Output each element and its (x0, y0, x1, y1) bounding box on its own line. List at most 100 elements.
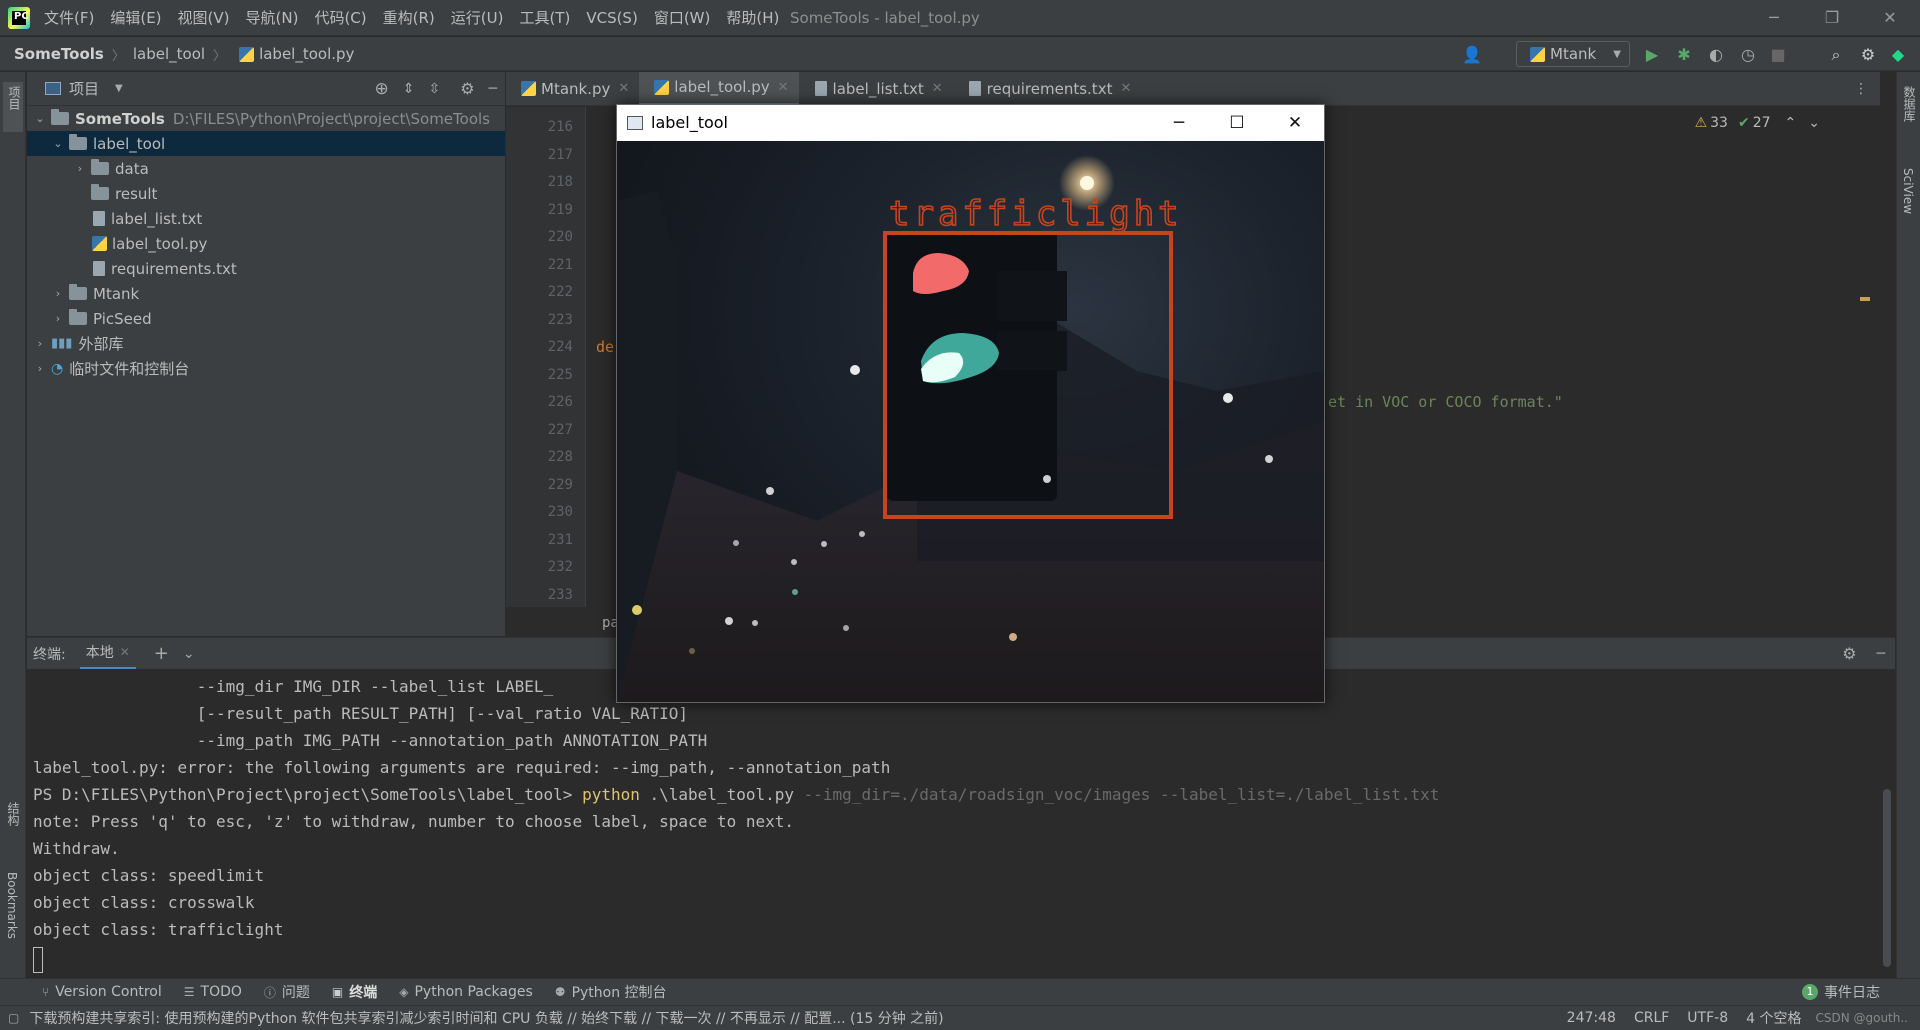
database-tool-tab[interactable]: 数据库 (1901, 86, 1918, 122)
menu-help[interactable]: 帮助(H) (718, 0, 787, 36)
tree-item-data[interactable]: › data (27, 156, 505, 181)
chevron-up-icon[interactable]: ⌃ (1785, 115, 1797, 131)
terminal-scrollbar[interactable] (1883, 789, 1891, 967)
add-terminal-icon[interactable]: + (154, 643, 169, 664)
menu-tools[interactable]: 工具(T) (511, 0, 578, 36)
close-icon[interactable]: ✕ (932, 81, 943, 96)
annotation-image-canvas[interactable]: trafficlight (617, 141, 1324, 702)
sciview-tool-tab[interactable]: SciView (1901, 168, 1915, 214)
tab-label-tool-py[interactable]: label_tool.py ✕ (639, 71, 799, 106)
menu-refactor[interactable]: 重构(R) (375, 0, 443, 36)
menu-navigate[interactable]: 导航(N) (238, 0, 307, 36)
more-tabs-icon[interactable]: ⋮ (1854, 81, 1868, 97)
close-icon[interactable]: ✕ (1120, 81, 1131, 96)
menu-file[interactable]: 文件(F) (36, 0, 102, 36)
menu-edit[interactable]: 编辑(E) (102, 0, 169, 36)
tree-item-requirements[interactable]: requirements.txt (27, 256, 505, 281)
menu-view[interactable]: 视图(V) (170, 0, 238, 36)
terminal-output[interactable]: --img_dir IMG_DIR --label_list LABEL_ [-… (27, 669, 1895, 977)
gear-icon[interactable]: ⚙ (1842, 644, 1856, 663)
tool-event-log[interactable]: 事件日志 (1824, 982, 1880, 1002)
status-toggle-icon[interactable]: ▢ (8, 1011, 19, 1025)
coverage-icon[interactable]: ◐ (1706, 45, 1726, 65)
line-number: 233 (547, 587, 573, 603)
debug-icon[interactable]: ✱ (1674, 45, 1694, 65)
tree-item-external-libraries[interactable]: › ▮▮▮ 外部库 (27, 331, 505, 356)
breadcrumb-project[interactable]: SomeTools (14, 45, 104, 63)
window-icon (627, 116, 643, 130)
tab-requirements-txt[interactable]: requirements.txt ✕ (953, 72, 1142, 106)
image-window[interactable]: label_tool ─ ☐ ✕ trafficlight (616, 104, 1325, 703)
menu-vcs[interactable]: VCS(S) (578, 0, 645, 36)
close-icon[interactable]: ✕ (618, 81, 629, 96)
chevron-down-icon[interactable]: ⌄ (183, 646, 195, 662)
structure-tool-tab[interactable]: 结构 (5, 802, 22, 826)
jetbrains-toolbox-icon[interactable]: ◆ (1888, 45, 1908, 65)
tree-item-label-tool-py[interactable]: label_tool.py (27, 231, 505, 256)
menu-code[interactable]: 代码(C) (306, 0, 374, 36)
image-window-titlebar[interactable]: label_tool ─ ☐ ✕ (617, 105, 1324, 141)
hide-icon[interactable]: ─ (489, 81, 497, 97)
terminal-tab-local[interactable]: 本地 ✕ (79, 638, 136, 670)
code-keyword-fragment: de (596, 338, 615, 356)
stop-icon[interactable]: ■ (1768, 45, 1788, 65)
breadcrumb-folder[interactable]: label_tool (133, 45, 205, 63)
terminal-line: object class: trafficlight (33, 920, 284, 939)
user-icon[interactable]: 👤 (1462, 45, 1482, 65)
tool-python-console[interactable]: Python 控制台 (572, 982, 667, 1002)
tree-item-picseed[interactable]: › PicSeed (27, 306, 505, 331)
close-icon[interactable]: ✕ (778, 80, 789, 95)
code-string-fragment: et in VOC or COCO format." (1328, 393, 1563, 411)
chevron-down-icon[interactable]: ⌄ (1808, 115, 1820, 131)
file-encoding[interactable]: UTF-8 (1687, 1010, 1728, 1026)
project-panel-title[interactable]: 项目 (69, 78, 99, 99)
line-separator[interactable]: CRLF (1634, 1010, 1669, 1026)
terminal-command-line: PS D:\FILES\Python\Project\project\SomeT… (33, 785, 1439, 804)
minimize-button[interactable]: ─ (1150, 105, 1208, 141)
expand-all-icon[interactable]: ⇕ (403, 81, 415, 97)
close-button[interactable]: ✕ (1266, 105, 1324, 141)
error-stripe-marker[interactable] (1860, 297, 1870, 301)
indent-setting[interactable]: 4 个空格 (1746, 1008, 1801, 1028)
python-icon (1530, 46, 1545, 62)
tool-version-control[interactable]: Version Control (55, 984, 162, 1000)
hide-icon[interactable]: ─ (1877, 646, 1885, 662)
tree-item-mtank[interactable]: › Mtank (27, 281, 505, 306)
gear-icon[interactable]: ⚙ (460, 79, 474, 98)
tool-terminal[interactable]: 终端 (349, 982, 377, 1002)
text-file-icon (814, 81, 827, 96)
tool-python-packages[interactable]: Python Packages (414, 984, 532, 1000)
bookmarks-tool-tab[interactable]: Bookmarks (5, 872, 19, 939)
collapse-all-icon[interactable]: ⇳ (428, 81, 440, 97)
tree-item-result[interactable]: result (27, 181, 505, 206)
maximize-button[interactable]: ☐ (1208, 105, 1266, 141)
caret-position[interactable]: 247:48 (1567, 1010, 1616, 1026)
close-icon[interactable]: ✕ (120, 645, 130, 659)
inspection-widget[interactable]: ⚠ 33 ✔ 27 ⌃ ⌄ (1695, 115, 1820, 131)
chevron-down-icon[interactable]: ▼ (115, 83, 123, 94)
tab-label-list-txt[interactable]: label_list.txt ✕ (799, 72, 953, 106)
run-icon[interactable]: ▶ (1642, 45, 1662, 65)
gear-icon[interactable]: ⚙ (1858, 45, 1878, 65)
tool-todo[interactable]: TODO (201, 984, 242, 1000)
profile-icon[interactable]: ◷ (1738, 45, 1758, 65)
tree-item-scratches[interactable]: › ◔ 临时文件和控制台 (27, 356, 505, 381)
tree-item-label-tool[interactable]: ⌄ label_tool (27, 131, 505, 156)
tree-item-sometools[interactable]: ⌄ SomeTools D:\FILES\Python\Project\proj… (27, 106, 505, 131)
tool-problems[interactable]: 问题 (282, 982, 310, 1002)
search-icon[interactable]: ⌕ (1826, 45, 1846, 65)
restore-button[interactable]: ❐ (1803, 0, 1861, 36)
run-configuration-select[interactable]: Mtank ▼ (1516, 41, 1630, 67)
terminal-line: note: Press 'q' to esc, 'z' to withdraw,… (33, 812, 794, 831)
menu-window[interactable]: 窗口(W) (646, 0, 719, 36)
breadcrumb-file[interactable]: label_tool.py (259, 45, 354, 63)
project-tool-tab[interactable]: 项目 (3, 82, 23, 132)
minimize-button[interactable]: ─ (1745, 0, 1803, 36)
locate-icon[interactable]: ⊕ (375, 79, 389, 99)
terminal-label: 终端: (33, 646, 66, 663)
menu-run[interactable]: 运行(U) (443, 0, 512, 36)
tab-mtank-py[interactable]: Mtank.py ✕ (506, 72, 639, 106)
tree-item-label-list[interactable]: label_list.txt (27, 206, 505, 231)
close-button[interactable]: ✕ (1861, 0, 1919, 36)
status-message[interactable]: 下载预构建共享索引: 使用预构建的Python 软件包共享索引减少索引时间和 C… (29, 1008, 943, 1028)
